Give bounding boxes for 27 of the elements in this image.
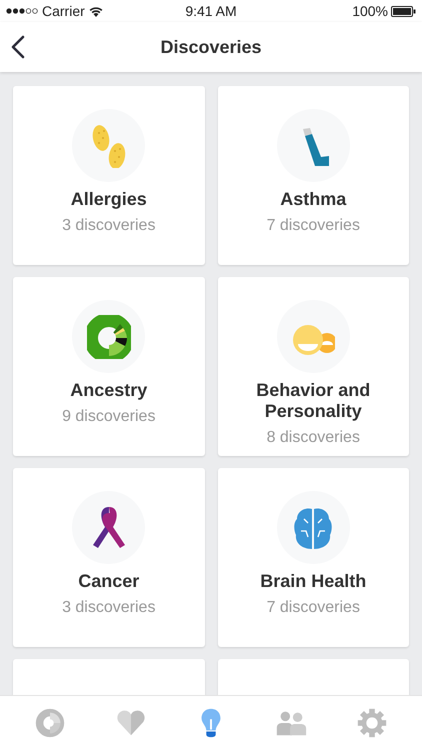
category-card[interactable]: Allergies 3 discoveries [13,86,204,265]
status-time: 9:41 AM [185,2,237,20]
discovery-count: 7 discoveries [266,598,360,618]
category-card[interactable]: Behavior and Personality 8 discoveries [218,277,409,456]
discovery-count: 9 discoveries [62,407,156,427]
page-title: Discoveries [160,36,262,58]
category-card[interactable]: Ancestry 9 discoveries [13,277,204,456]
battery-percent: 100% [352,2,388,20]
category-card[interactable]: Asthma 7 discoveries [218,86,409,265]
discovery-count: 3 discoveries [62,598,156,618]
category-title: Behavior and Personality [255,380,372,422]
category-title: Allergies [70,189,148,210]
battery-icon [391,6,416,16]
category-card[interactable]: Cancer 3 discoveries [13,468,204,647]
category-card[interactable]: Brain Health 7 discoveries [218,468,409,647]
category-title: Asthma [279,189,348,210]
discovery-count: 3 discoveries [62,216,156,236]
category-title: Brain Health [259,571,368,592]
discovery-count: 8 discoveries [266,428,360,448]
category-title: Ancestry [69,380,148,401]
back-icon [11,35,25,59]
carrier-name: Carrier [42,2,85,20]
discovery-count: 7 discoveries [266,216,360,236]
signal-icon [6,8,38,14]
donut-icon [86,314,131,358]
category-title: Cancer [77,571,140,592]
wifi-icon [88,6,103,16]
